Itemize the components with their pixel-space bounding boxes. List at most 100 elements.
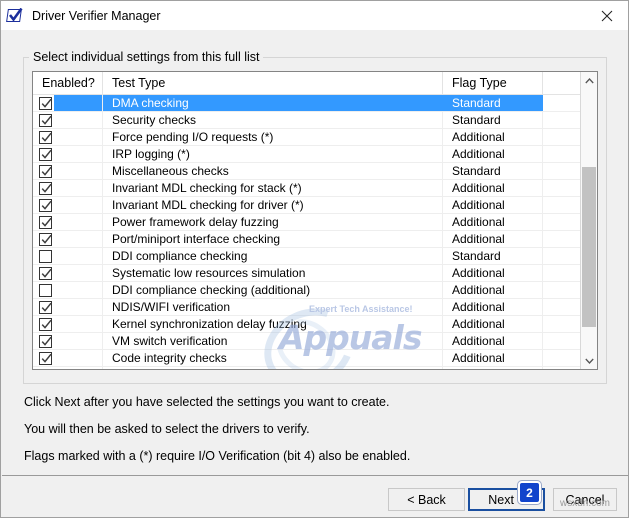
checkbox-checked-icon[interactable] [39, 334, 52, 348]
chevron-up-icon[interactable] [581, 72, 597, 89]
checkbox-checked-icon[interactable] [39, 164, 52, 178]
row-enabled-cell[interactable] [33, 163, 103, 179]
scrollbar-thumb[interactable] [582, 167, 596, 327]
column-header-test-type[interactable]: Test Type [103, 72, 443, 94]
checkbox-checked-icon[interactable] [39, 215, 52, 229]
row-test-type-cell[interactable]: DMA checking [103, 95, 443, 111]
table-row[interactable]: DDI compliance checking Standard [33, 248, 582, 265]
row-flag-type-cell[interactable]: Standard [443, 112, 543, 128]
row-flag-type-cell[interactable]: Additional [443, 197, 543, 213]
row-flag-type-cell[interactable]: Additional [443, 316, 543, 332]
checkbox-checked-icon[interactable] [39, 232, 52, 246]
table-row[interactable]: Port/miniport interface checking Addition… [33, 231, 582, 248]
close-icon[interactable] [586, 1, 628, 30]
row-enabled-cell[interactable] [33, 95, 103, 111]
row-enabled-cell[interactable] [33, 265, 103, 281]
chevron-down-icon[interactable] [581, 352, 597, 369]
row-flag-type-cell[interactable]: Additional [443, 129, 543, 145]
row-enabled-cell[interactable] [33, 316, 103, 332]
row-flag-type-cell[interactable]: Additional [443, 299, 543, 315]
checkbox-checked-icon[interactable] [39, 317, 52, 331]
column-header-extra[interactable] [543, 72, 582, 94]
table-row[interactable]: Miscellaneous checks Standard [33, 163, 582, 180]
row-enabled-cell[interactable] [33, 129, 103, 145]
row-enabled-cell[interactable] [33, 180, 103, 196]
checkbox-checked-icon[interactable] [39, 96, 52, 110]
row-flag-type-cell[interactable]: Standard [443, 248, 543, 264]
row-flag-type-cell[interactable]: Standard [443, 95, 543, 111]
back-button[interactable]: < Back [388, 488, 465, 511]
row-flag-type-cell[interactable]: Additional [443, 282, 543, 298]
row-enabled-cell[interactable] [33, 299, 103, 315]
checkbox-checked-icon[interactable] [39, 351, 52, 365]
table-row[interactable]: IRP logging (*) Additional [33, 146, 582, 163]
row-flag-type-cell[interactable]: Additional [443, 350, 543, 366]
table-row[interactable]: DDI compliance checking (additional) Addi… [33, 282, 582, 299]
table-row[interactable]: NDIS/WIFI verification Additional [33, 299, 582, 316]
row-test-type-cell[interactable]: VM switch verification [103, 333, 443, 349]
row-test-type-cell[interactable]: DDI compliance checking (additional) [103, 282, 443, 298]
row-enabled-cell[interactable] [33, 231, 103, 247]
listview-scrollbar[interactable] [580, 72, 597, 369]
table-row[interactable]: Invariant MDL checking for driver (*) Add… [33, 197, 582, 214]
row-enabled-cell[interactable] [33, 333, 103, 349]
table-row[interactable]: Code integrity checks Additional [33, 350, 582, 367]
row-enabled-cell[interactable] [33, 214, 103, 230]
checkbox-checked-icon[interactable] [39, 130, 52, 144]
row-flag-type-cell[interactable]: Additional [443, 333, 543, 349]
row-test-type-cell[interactable]: NDIS/WIFI verification [103, 299, 443, 315]
table-row[interactable] [33, 367, 582, 369]
row-flag-type-cell[interactable]: Additional [443, 180, 543, 196]
scrollbar-track[interactable] [581, 89, 597, 352]
row-test-type-cell[interactable]: Miscellaneous checks [103, 163, 443, 179]
row-enabled-cell[interactable] [33, 197, 103, 213]
table-row[interactable]: Systematic low resources simulation Addit… [33, 265, 582, 282]
row-flag-type-cell[interactable]: Additional [443, 146, 543, 162]
row-test-type-cell[interactable]: Force pending I/O requests (*) [103, 129, 443, 145]
checkbox-checked-icon[interactable] [39, 181, 52, 195]
checkbox-unchecked-icon[interactable] [39, 283, 52, 297]
row-flag-type-cell[interactable]: Additional [443, 214, 543, 230]
checkbox-checked-icon[interactable] [39, 113, 52, 127]
row-flag-type-cell[interactable]: Additional [443, 265, 543, 281]
table-row[interactable]: VM switch verification Additional [33, 333, 582, 350]
row-enabled-cell[interactable] [33, 350, 103, 366]
table-row[interactable]: Security checks Standard [33, 112, 582, 129]
row-test-type-cell[interactable]: Port/miniport interface checking [103, 231, 443, 247]
checkbox-checked-icon[interactable] [39, 300, 52, 314]
row-enabled-cell[interactable] [33, 248, 103, 264]
row-test-type-cell[interactable]: Systematic low resources simulation [103, 265, 443, 281]
row-flag-type-cell[interactable]: Standard [443, 163, 543, 179]
table-row[interactable]: Force pending I/O requests (*) Additional [33, 129, 582, 146]
row-extra-cell [543, 163, 582, 179]
row-test-type-cell[interactable]: Power framework delay fuzzing [103, 214, 443, 230]
checkbox-checked-icon[interactable] [39, 266, 52, 280]
row-test-type-cell[interactable]: Kernel synchronization delay fuzzing [103, 316, 443, 332]
settings-listview[interactable]: Enabled? Test Type Flag Type DMA checkin… [32, 71, 598, 370]
row-extra-cell [543, 265, 582, 281]
checkbox-unchecked-icon[interactable] [39, 249, 52, 263]
row-empty-cell [33, 367, 103, 369]
row-extra-cell [543, 248, 582, 264]
row-test-type-cell[interactable]: Invariant MDL checking for stack (*) [103, 180, 443, 196]
table-row[interactable]: Kernel synchronization delay fuzzing Addi… [33, 316, 582, 333]
table-row[interactable]: DMA checking Standard [33, 95, 582, 112]
row-empty-cell [443, 367, 543, 369]
row-test-type-cell[interactable]: Code integrity checks [103, 350, 443, 366]
listview-rows: DMA checking Standard Security checks Stand… [33, 95, 582, 369]
checkbox-checked-icon[interactable] [39, 147, 52, 161]
column-header-enabled[interactable]: Enabled? [33, 72, 103, 94]
row-test-type-cell[interactable]: Security checks [103, 112, 443, 128]
column-header-flag-type[interactable]: Flag Type [443, 72, 543, 94]
window-title: Driver Verifier Manager [32, 8, 161, 23]
row-test-type-cell[interactable]: IRP logging (*) [103, 146, 443, 162]
checkbox-checked-icon[interactable] [39, 198, 52, 212]
row-test-type-cell[interactable]: Invariant MDL checking for driver (*) [103, 197, 443, 213]
row-flag-type-cell[interactable]: Additional [443, 231, 543, 247]
row-test-type-cell[interactable]: DDI compliance checking [103, 248, 443, 264]
table-row[interactable]: Power framework delay fuzzing Additional [33, 214, 582, 231]
row-enabled-cell[interactable] [33, 282, 103, 298]
row-enabled-cell[interactable] [33, 146, 103, 162]
table-row[interactable]: Invariant MDL checking for stack (*) Addi… [33, 180, 582, 197]
row-enabled-cell[interactable] [33, 112, 103, 128]
